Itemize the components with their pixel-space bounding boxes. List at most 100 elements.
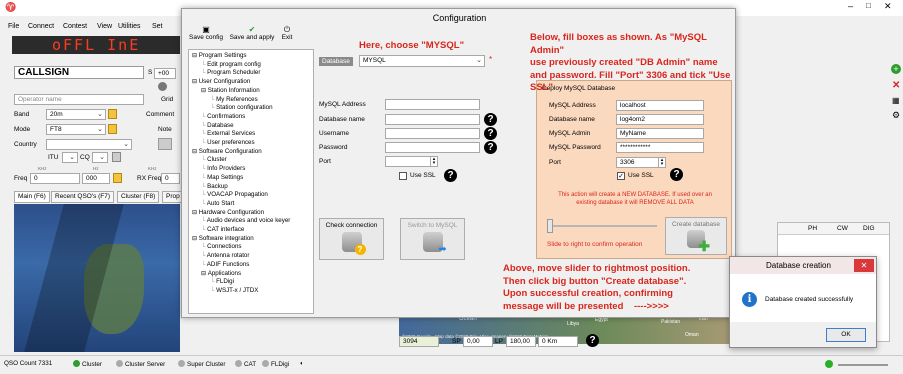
help-icon[interactable]: ? — [444, 169, 457, 182]
tree-item[interactable]: ⊟ User Configuration — [192, 78, 250, 86]
dialog-ok-button[interactable]: OK — [826, 328, 866, 342]
tree-item[interactable]: └ Confirmations — [201, 113, 245, 121]
delete-icon[interactable]: ✕ — [892, 80, 900, 91]
tree-item[interactable]: └ Auto Start — [201, 200, 234, 208]
add-icon[interactable]: + — [891, 64, 901, 74]
status-wsjt[interactable]: ◐ — [300, 360, 304, 367]
tree-item[interactable]: └ VOACAP Propagation — [201, 191, 268, 199]
port-input[interactable]: ▴ ▾ — [385, 156, 438, 167]
menu-view[interactable]: View — [97, 23, 112, 30]
dialog-close-button[interactable]: ✕ — [854, 259, 874, 272]
callsign-s-value[interactable]: +00 — [154, 68, 176, 79]
tree-expander-icon[interactable]: ⊟ — [201, 88, 208, 94]
stepper-icon[interactable]: ▴ ▾ — [658, 158, 665, 167]
world-map[interactable] — [14, 204, 180, 352]
tree-item[interactable]: ⊟ Station Information — [201, 87, 260, 95]
username-input[interactable] — [385, 128, 480, 139]
tree-item[interactable]: └ Database — [201, 122, 234, 130]
tab-main[interactable]: Main (F6) — [14, 191, 50, 203]
menu-contest[interactable]: Contest — [63, 23, 87, 30]
exit-button[interactable]: ⏻ Exit — [279, 25, 295, 47]
close-window-button[interactable]: ✕ — [884, 1, 892, 12]
status-fldigi[interactable]: FLDigi — [262, 360, 289, 368]
use-ssl-checkbox[interactable] — [399, 172, 407, 180]
confirm-slider[interactable] — [547, 219, 657, 233]
password-input[interactable] — [385, 142, 480, 153]
maximize-button[interactable]: □ — [866, 1, 871, 10]
tree-expander-icon[interactable]: ⊟ — [192, 210, 199, 216]
tree-item[interactable]: ⊟ Software integration — [192, 235, 254, 243]
tree-item[interactable]: └ Backup — [201, 183, 228, 191]
band-lock-icon[interactable] — [108, 109, 117, 119]
tree-item[interactable]: ⊟ Applications — [201, 270, 241, 278]
check-connection-button[interactable]: Check connection ? — [319, 218, 384, 260]
itu-select[interactable]: ⌄ — [62, 152, 78, 163]
freq-lock-icon[interactable] — [113, 173, 122, 183]
save-apply-button[interactable]: ✔ Save and apply — [228, 25, 276, 47]
tree-expander-icon[interactable]: ⊟ — [192, 53, 199, 59]
slider-thumb[interactable] — [547, 219, 553, 233]
tree-expander-icon[interactable]: ⊟ — [192, 79, 199, 85]
tree-item[interactable]: └ Audio devices and voice keyer — [201, 217, 290, 225]
freq-input[interactable]: 0 — [30, 173, 80, 184]
deploy-dbname-input[interactable]: log4om2 — [616, 114, 704, 125]
band-select[interactable]: 20m ⌄ — [46, 109, 106, 120]
menu-utilities[interactable]: Utilities — [118, 23, 141, 30]
tree-item[interactable]: └ User preferences — [201, 139, 255, 147]
settings-icon[interactable]: ⚙ — [892, 110, 900, 121]
tree-item[interactable]: └ Cluster — [201, 156, 227, 164]
tree-item[interactable]: ⊟ Hardware Configuration — [192, 209, 264, 217]
tree-item[interactable]: └ External Services — [201, 130, 255, 138]
tab-recent-qsos[interactable]: Recent QSO's (F7) — [51, 191, 115, 203]
menu-settings[interactable]: Set — [152, 23, 163, 30]
tree-item[interactable]: └ Edit program config — [201, 61, 261, 69]
help-icon[interactable]: ? — [484, 141, 497, 154]
help-icon[interactable]: ? — [670, 168, 683, 181]
tree-item[interactable]: └ Antenna rotator — [201, 252, 249, 260]
tools-icon[interactable]: ▦ — [892, 96, 900, 105]
tree-item[interactable]: └ Program Scheduler — [201, 69, 260, 77]
tree-expander-icon[interactable]: ⊟ — [192, 149, 199, 155]
mode-lock-icon[interactable] — [108, 124, 117, 134]
status-super-cluster[interactable]: Super Cluster — [178, 360, 226, 368]
help-icon[interactable]: ? — [484, 127, 497, 140]
mysql-address-input[interactable] — [385, 99, 480, 110]
stepper-icon[interactable]: ▴ ▾ — [430, 157, 437, 166]
minimize-button[interactable]: – — [848, 1, 853, 11]
tree-item[interactable]: └ ADIF Functions — [201, 261, 249, 269]
menu-file[interactable]: File — [8, 23, 19, 30]
database-select[interactable]: MYSQL ⌄ — [359, 55, 485, 67]
tree-item[interactable]: └ FLDigi — [210, 278, 234, 286]
tree-item[interactable]: └ My References — [210, 96, 258, 104]
switch-mysql-button[interactable]: Switch to MySQL ➡ — [400, 218, 465, 260]
tree-item[interactable]: ⊟ Program Settings — [192, 52, 247, 60]
tree-item[interactable]: └ Connections — [201, 243, 242, 251]
tree-item[interactable]: └ CAT interface — [201, 226, 244, 234]
operator-name-input[interactable]: Operator name — [14, 94, 144, 105]
lookup-icon[interactable] — [158, 82, 167, 91]
deploy-use-ssl-checkbox[interactable]: ✓ — [617, 172, 625, 180]
menu-connect[interactable]: Connect — [28, 23, 54, 30]
cq-select[interactable]: ⌄ — [92, 152, 108, 163]
tree-item[interactable]: ⊟ Software Configuration — [192, 148, 262, 156]
mode-select[interactable]: FT8 ⌄ — [46, 124, 106, 135]
help-icon[interactable]: ? — [484, 113, 497, 126]
volume-slider[interactable] — [838, 364, 888, 366]
callsign-box[interactable]: CALLSIGN — [14, 66, 144, 79]
tree-expander-icon[interactable]: ⊟ — [201, 271, 208, 277]
tree-item[interactable]: └ Info Providers — [201, 165, 245, 173]
create-database-button[interactable]: Create database ✚ — [665, 217, 727, 255]
database-name-input[interactable] — [385, 114, 480, 125]
save-config-button[interactable]: ▣ Save config — [188, 25, 224, 47]
status-cat[interactable]: CAT — [235, 360, 256, 368]
hz-input[interactable]: 000 — [82, 173, 110, 184]
deploy-address-input[interactable]: localhost — [616, 100, 704, 111]
tree-item[interactable]: └ WSJT-x / JTDX — [210, 287, 258, 295]
status-cluster[interactable]: Cluster — [73, 360, 102, 368]
help-icon[interactable]: ? — [586, 334, 599, 347]
country-select[interactable]: ⌄ — [46, 139, 132, 150]
deploy-port-input[interactable]: 3306 ▴ ▾ — [616, 157, 666, 168]
rx-freq-input[interactable]: 0 — [161, 173, 180, 184]
map-pin-icon[interactable] — [112, 152, 121, 162]
deploy-password-input[interactable]: ************ — [616, 142, 704, 153]
